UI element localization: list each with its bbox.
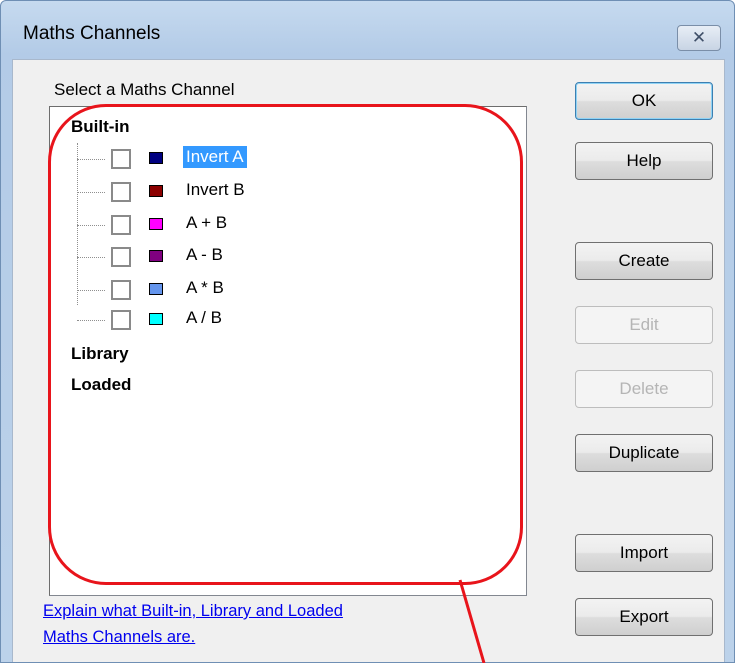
title-bar[interactable]: Maths Channels ✕: [1, 1, 734, 59]
duplicate-button[interactable]: Duplicate: [575, 434, 713, 472]
channel-label[interactable]: A * B: [183, 277, 227, 299]
explain-channels-link[interactable]: Explain what Built-in, Library and Loade…: [43, 598, 343, 650]
channel-color-swatch: [149, 250, 163, 262]
tree-connector: [77, 159, 105, 160]
explain-link-line[interactable]: Explain what Built-in, Library and Loade…: [43, 598, 343, 624]
import-button[interactable]: Import: [575, 534, 713, 572]
channel-label[interactable]: Invert B: [183, 179, 248, 201]
tree-connector: [77, 257, 105, 258]
window-title: Maths Channels: [23, 23, 161, 44]
channel-color-swatch: [149, 313, 163, 325]
tree-connector: [77, 192, 105, 193]
channel-label[interactable]: A / B: [183, 307, 225, 329]
tree-connector: [77, 143, 78, 305]
channel-checkbox[interactable]: [111, 182, 131, 202]
export-button[interactable]: Export: [575, 598, 713, 636]
channel-color-swatch: [149, 283, 163, 295]
channel-label[interactable]: A - B: [183, 244, 226, 266]
tree-connector: [77, 290, 105, 291]
channel-checkbox[interactable]: [111, 149, 131, 169]
channel-label[interactable]: Invert A: [183, 146, 247, 168]
channel-checkbox[interactable]: [111, 310, 131, 330]
tree-group-library[interactable]: Library: [71, 344, 129, 364]
channel-tree[interactable]: Built-in Invert A Invert B A + B A - B A…: [49, 106, 527, 596]
explain-link-line[interactable]: Maths Channels are.: [43, 624, 343, 650]
tree-connector: [77, 225, 105, 226]
ok-button[interactable]: OK: [575, 82, 713, 120]
create-button[interactable]: Create: [575, 242, 713, 280]
channel-label[interactable]: A + B: [183, 212, 230, 234]
close-icon: ✕: [691, 28, 707, 47]
channel-color-swatch: [149, 152, 163, 164]
delete-button[interactable]: Delete: [575, 370, 713, 408]
channel-checkbox[interactable]: [111, 247, 131, 267]
dialog-client-area: Select a Maths Channel Built-in Invert A…: [12, 59, 725, 662]
edit-button[interactable]: Edit: [575, 306, 713, 344]
close-button[interactable]: ✕: [677, 25, 721, 51]
channel-checkbox[interactable]: [111, 280, 131, 300]
channel-checkbox[interactable]: [111, 215, 131, 235]
maths-channels-window: Maths Channels ✕ Select a Maths Channel …: [0, 0, 735, 663]
help-button[interactable]: Help: [575, 142, 713, 180]
channel-color-swatch: [149, 218, 163, 230]
tree-group-built-in[interactable]: Built-in: [71, 117, 130, 137]
tree-group-loaded[interactable]: Loaded: [71, 375, 131, 395]
tree-connector: [77, 320, 105, 321]
channel-color-swatch: [149, 185, 163, 197]
select-channel-label: Select a Maths Channel: [54, 80, 235, 99]
